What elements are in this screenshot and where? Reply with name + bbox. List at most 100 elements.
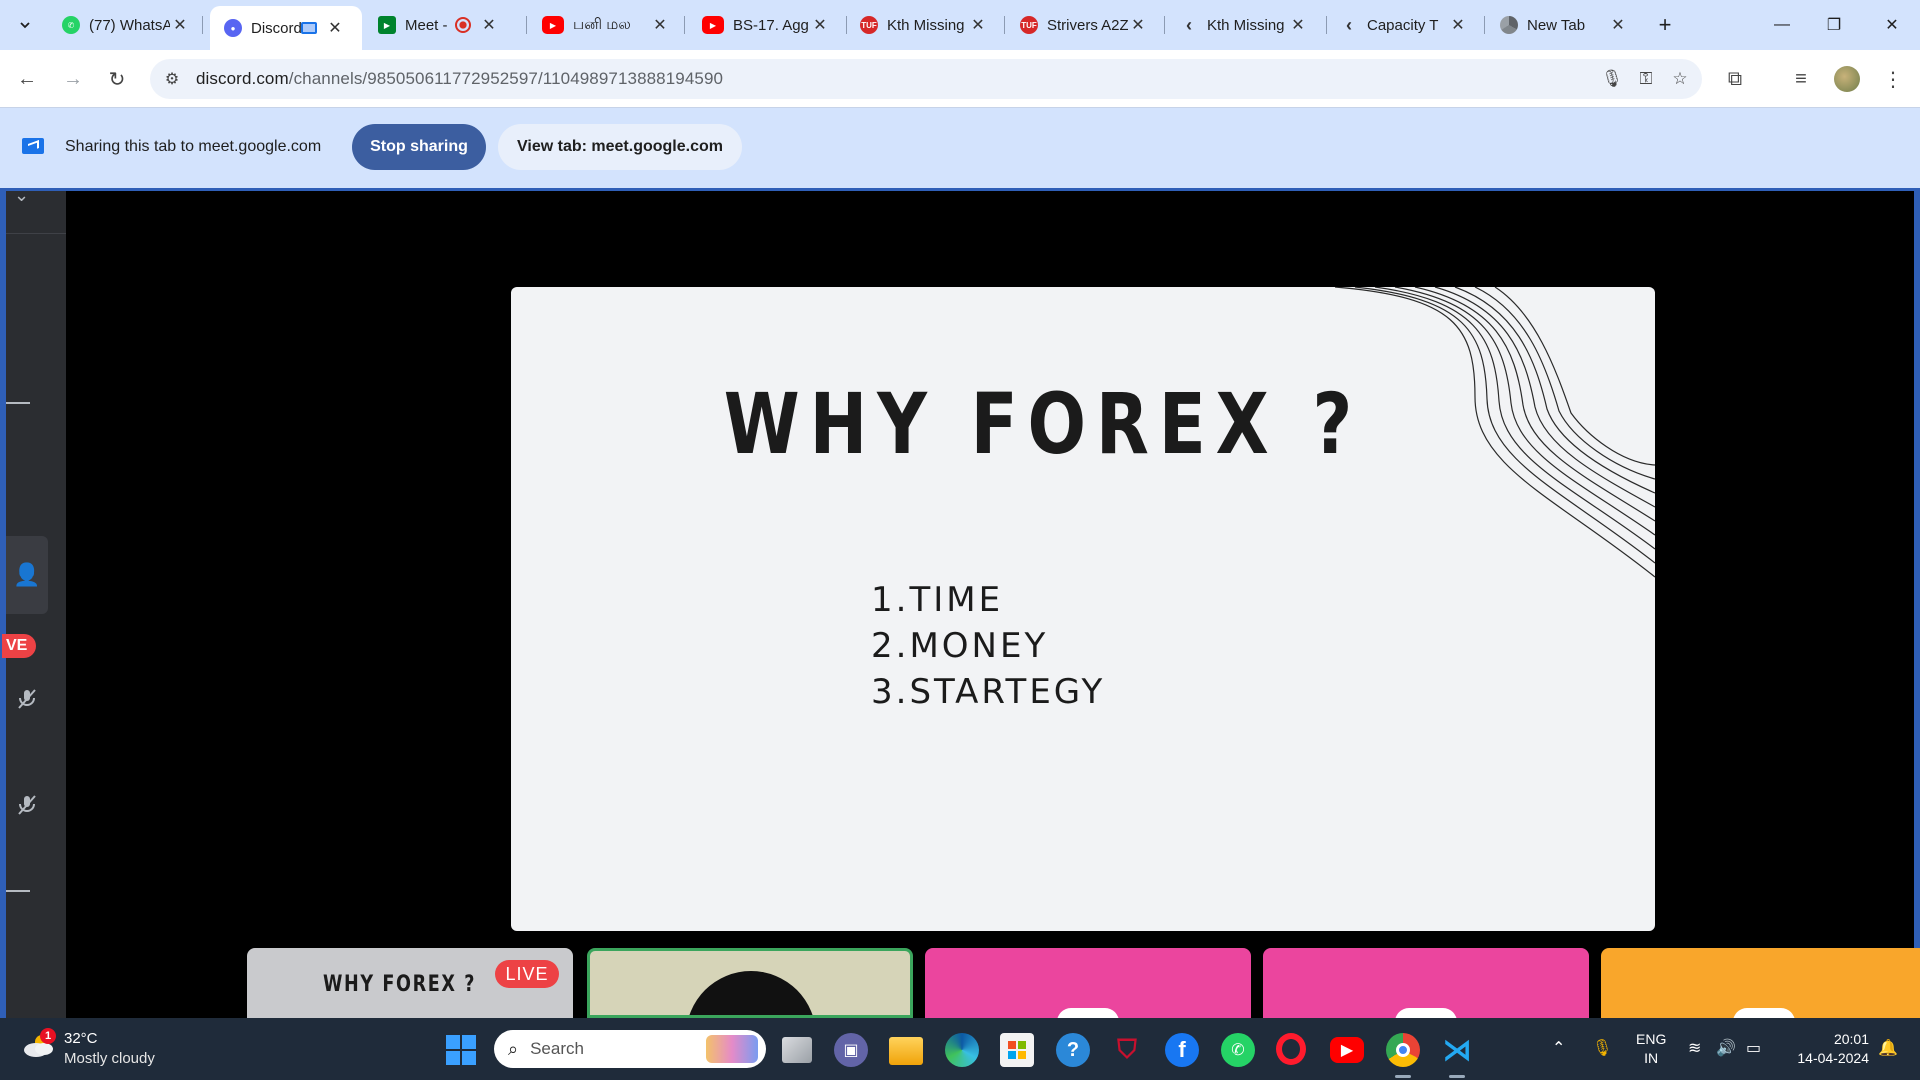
participant-tile[interactable] bbox=[1263, 948, 1589, 1018]
minimize-button[interactable]: — bbox=[1754, 0, 1810, 50]
muted-mic-icon[interactable] bbox=[12, 790, 42, 820]
tab-separator bbox=[1164, 16, 1165, 34]
close-tab-icon[interactable]: ✕ bbox=[1288, 15, 1308, 35]
shared-screen-slide[interactable]: WHY FOREX ? 1.TIME 2.MONEY 3.STARTEGY bbox=[511, 287, 1655, 931]
close-tab-icon[interactable]: ✕ bbox=[650, 15, 670, 35]
participant-tile-speaking[interactable] bbox=[587, 948, 913, 1018]
youtube-icon[interactable]: ▶ bbox=[1330, 1037, 1364, 1063]
tab-tuf-2[interactable]: TUF Strivers A2Z ✕ bbox=[1006, 6, 1158, 44]
microphone-icon[interactable]: 🎙 bbox=[1596, 63, 1628, 95]
bookmark-star-icon[interactable]: ☆ bbox=[1664, 63, 1696, 95]
browser-toolbar: ← → ↻ ⚙ discord.com/channels/98505061177… bbox=[0, 50, 1920, 108]
menu-button[interactable]: ⋮ bbox=[1876, 62, 1910, 96]
back-button[interactable]: ← bbox=[10, 62, 44, 96]
discord-avatar-icon bbox=[1395, 1008, 1457, 1018]
tab-title: New Tab bbox=[1527, 16, 1586, 34]
start-button[interactable] bbox=[446, 1035, 476, 1065]
close-tab-icon[interactable]: ✕ bbox=[170, 15, 190, 35]
youtube-icon: ▶ bbox=[542, 16, 564, 34]
stop-sharing-button[interactable]: Stop sharing bbox=[352, 124, 486, 170]
whatsapp-icon: ✆ bbox=[62, 16, 80, 34]
media-control-button[interactable]: ≡ bbox=[1784, 62, 1818, 96]
tab-tuf-1[interactable]: TUF Kth Missing ✕ bbox=[846, 6, 998, 44]
vscode-icon[interactable]: ⋊ bbox=[1440, 1033, 1474, 1067]
extensions-button[interactable]: ⧉ bbox=[1718, 62, 1752, 96]
google-meet-icon: ▶ bbox=[378, 16, 396, 34]
close-tab-icon[interactable]: ✕ bbox=[810, 15, 830, 35]
opera-icon[interactable] bbox=[1276, 1033, 1306, 1065]
microphone-in-use-icon[interactable]: 🎙 bbox=[1592, 1038, 1612, 1058]
restore-icon: ❐ bbox=[1826, 17, 1842, 34]
system-clock[interactable]: 20:01 14-04-2024 bbox=[1785, 1030, 1869, 1068]
teams-chat-icon[interactable]: ▣ bbox=[834, 1033, 868, 1067]
participant-tile[interactable] bbox=[925, 948, 1251, 1018]
battery-icon[interactable]: ▭ bbox=[1746, 1038, 1761, 1058]
get-help-icon[interactable]: ? bbox=[1056, 1033, 1090, 1067]
tab-leetcode-1[interactable]: ‹ Kth Missing ✕ bbox=[1166, 6, 1318, 44]
profile-button[interactable] bbox=[1830, 62, 1864, 96]
invite-user-button[interactable]: 👤 bbox=[6, 536, 48, 614]
search-icon: ⌕ bbox=[508, 1038, 519, 1059]
divider bbox=[6, 233, 66, 234]
close-tab-icon[interactable]: ✕ bbox=[325, 18, 345, 38]
avatar bbox=[686, 971, 816, 1015]
tab-title: Kth Missing bbox=[887, 16, 965, 34]
facebook-icon[interactable]: f bbox=[1165, 1033, 1199, 1067]
close-tab-icon[interactable]: ✕ bbox=[1448, 15, 1468, 35]
close-tab-icon[interactable]: ✕ bbox=[968, 15, 988, 35]
tab-search-button[interactable] bbox=[10, 10, 40, 40]
url-host: discord.com bbox=[196, 69, 289, 88]
tab-new-tab[interactable]: New Tab ✕ bbox=[1486, 6, 1638, 44]
volume-icon[interactable]: 🔊 bbox=[1716, 1038, 1736, 1058]
file-explorer-icon[interactable] bbox=[889, 1037, 923, 1065]
tab-whatsapp[interactable]: ✆ (77) WhatsApp ✕ bbox=[48, 6, 200, 44]
region-code: IN bbox=[1644, 1050, 1659, 1066]
wifi-icon[interactable]: ≋ bbox=[1688, 1038, 1701, 1058]
slide-title: WHY FOREX ? bbox=[723, 375, 1363, 473]
tab-meet[interactable]: ▶ Meet - ✕ bbox=[364, 6, 516, 44]
tab-discord[interactable]: ● Discord ✕ bbox=[210, 6, 362, 50]
microsoft-store-icon[interactable] bbox=[1000, 1033, 1034, 1067]
edge-icon[interactable] bbox=[945, 1033, 979, 1067]
active-app-indicator bbox=[1395, 1075, 1411, 1078]
address-bar[interactable]: ⚙ discord.com/channels/98505061177295259… bbox=[150, 59, 1702, 99]
close-window-button[interactable]: ✕ bbox=[1864, 0, 1920, 50]
close-tab-icon[interactable]: ✕ bbox=[1608, 15, 1628, 35]
tab-leetcode-2[interactable]: ‹ Capacity T ✕ bbox=[1326, 6, 1478, 44]
chevron-down-icon[interactable]: ⌄ bbox=[14, 185, 29, 206]
language-code: ENG bbox=[1636, 1031, 1667, 1047]
tab-title: Meet - bbox=[405, 16, 448, 34]
reload-button[interactable]: ↻ bbox=[100, 62, 134, 96]
site-info-icon[interactable]: ⚙ bbox=[154, 61, 190, 97]
new-tab-button[interactable]: + bbox=[1650, 10, 1680, 40]
close-tab-icon[interactable]: ✕ bbox=[1128, 15, 1148, 35]
restore-button[interactable]: ❐ bbox=[1806, 0, 1862, 50]
tab-youtube-1[interactable]: ▶ பனி மல ✕ bbox=[528, 6, 680, 44]
close-tab-icon[interactable]: ✕ bbox=[479, 15, 499, 35]
task-view-icon[interactable] bbox=[782, 1037, 812, 1063]
muted-mic-icon[interactable] bbox=[12, 684, 42, 714]
media-queue-icon: ≡ bbox=[1795, 67, 1807, 90]
taskbar-search[interactable]: ⌕ Search bbox=[494, 1030, 766, 1068]
tab-title: Strivers A2Z bbox=[1047, 16, 1128, 34]
chrome-icon[interactable] bbox=[1386, 1033, 1420, 1067]
windows-taskbar: 1 32°C Mostly cloudy ⌕ Search ▣ ? ⛉ f ✆ … bbox=[0, 1018, 1920, 1080]
input-language-indicator[interactable]: ENG IN bbox=[1636, 1030, 1666, 1068]
tab-youtube-2[interactable]: ▶ BS-17. Agg ✕ bbox=[688, 6, 840, 44]
view-tab-button[interactable]: View tab: meet.google.com bbox=[498, 124, 742, 170]
tab-title: பனி மல bbox=[573, 15, 631, 33]
notification-bell-icon[interactable]: 🔔 bbox=[1878, 1038, 1898, 1058]
whatsapp-icon[interactable]: ✆ bbox=[1221, 1033, 1255, 1067]
discord-avatar-icon bbox=[1057, 1008, 1119, 1018]
mcafee-icon[interactable]: ⛉ bbox=[1110, 1033, 1144, 1067]
clock-time: 20:01 bbox=[1833, 1031, 1869, 1047]
password-key-icon[interactable]: ⚿ bbox=[1630, 63, 1662, 95]
show-hidden-icons-button[interactable]: ⌃ bbox=[1552, 1038, 1565, 1058]
participant-tile-stream[interactable]: WHY FOREX ? LIVE bbox=[247, 948, 573, 1018]
participant-tile[interactable] bbox=[1601, 948, 1920, 1018]
url-path: /channels/985050611772952597/11049897138… bbox=[288, 69, 724, 88]
weather-description: Mostly cloudy bbox=[64, 1050, 155, 1067]
forward-button[interactable]: → bbox=[56, 62, 90, 96]
reload-icon: ↻ bbox=[108, 68, 126, 91]
url-text[interactable]: discord.com/channels/985050611772952597/… bbox=[196, 69, 723, 89]
